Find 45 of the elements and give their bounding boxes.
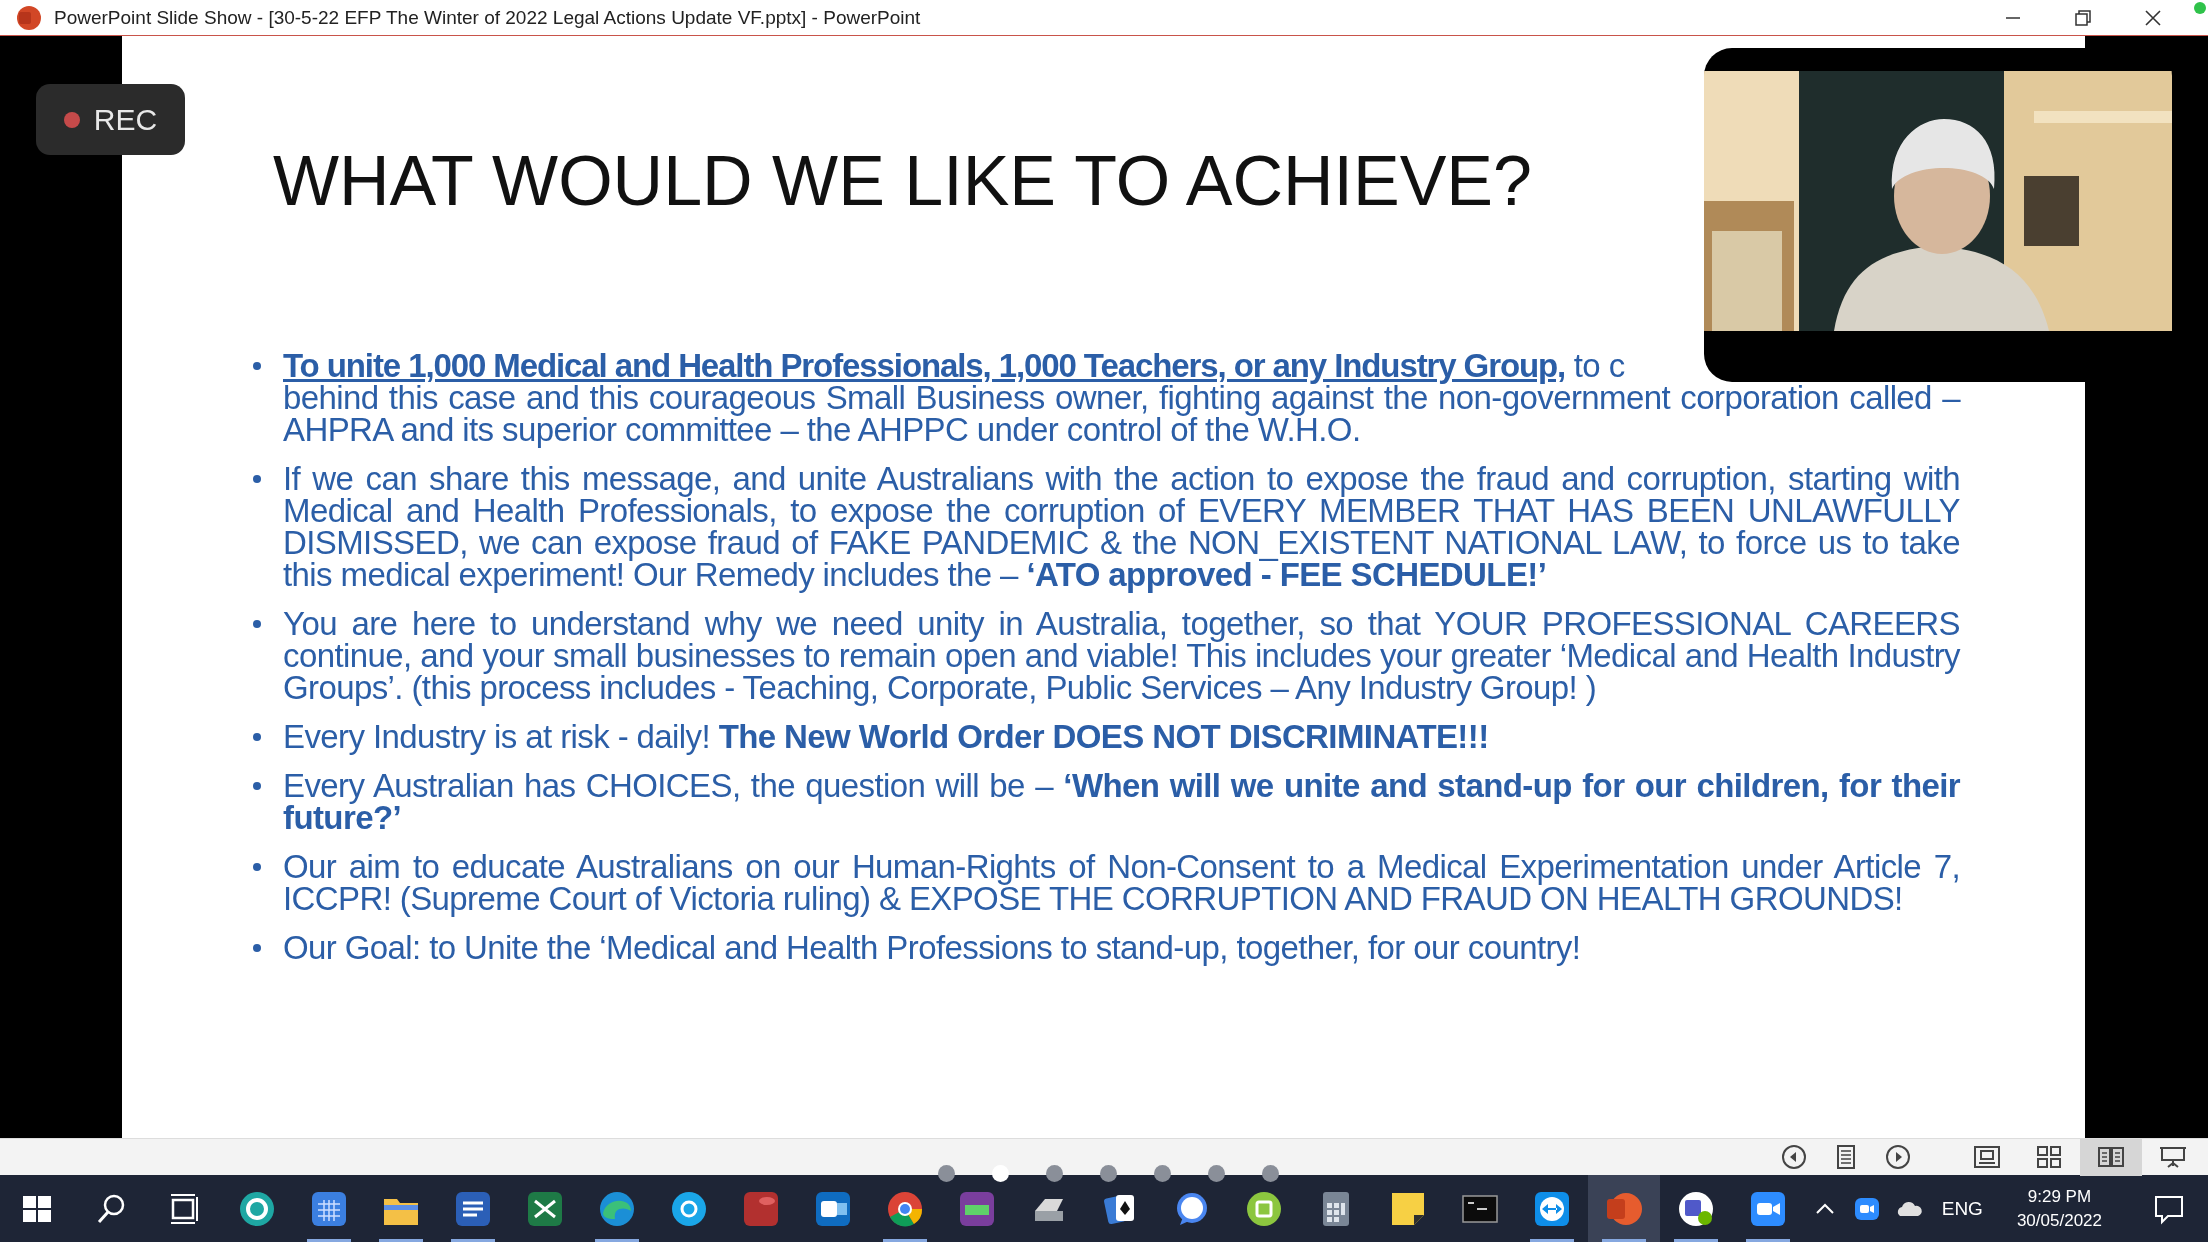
running-indicator: [1673, 1239, 1718, 1242]
page-dot[interactable]: [1262, 1165, 1279, 1182]
next-slide-icon[interactable]: [1885, 1144, 1911, 1170]
previous-slide-icon[interactable]: [1781, 1144, 1807, 1170]
bullet-text: Every Australian has CHOICES, the question will be – ‘When will we unite and stand-up for our children, for their future?’: [283, 770, 1960, 834]
bullet-text: You are here to understand why we need unity in Australia, together, so that YOUR PROFESSIONAL CAREERS continue, and your small businesses to remain open and viable! This includes your greater ‘Medical and Health Industry Groups’. (this process includes - Teaching, Corporate, Public Services – Any Industry Group! ): [283, 608, 1960, 704]
page-dot[interactable]: [1208, 1165, 1225, 1182]
slide-show-icon: [2159, 1145, 2187, 1169]
running-indicator: [1530, 1239, 1574, 1242]
reading-view-icon: [2097, 1145, 2125, 1169]
clock-time[interactable]: 9:29 PM: [2027, 1184, 2092, 1209]
slide-sorter-icon: [2035, 1145, 2063, 1169]
running-indicator: [1745, 1239, 1790, 1242]
running-indicator: [307, 1239, 352, 1242]
bullet-icon: [253, 620, 261, 628]
bullet-text: Every Industry is at risk - daily! The New World Order DOES NOT DISCRIMINATE!!!: [283, 721, 1490, 753]
reading-view-button[interactable]: [2080, 1138, 2142, 1176]
running-indicator: [379, 1239, 424, 1242]
language-indicator[interactable]: ENG: [1941, 1197, 1983, 1220]
page-dot[interactable]: [1100, 1165, 1117, 1182]
page-dot[interactable]: [938, 1165, 955, 1182]
running-indicator: [451, 1239, 496, 1242]
page-dot[interactable]: [992, 1165, 1009, 1182]
record-dot-icon: [63, 111, 80, 128]
bullet-icon: [253, 475, 261, 483]
bullet-icon: [253, 733, 261, 741]
bullet-text: To unite 1,000 Medical and Health Professionals, 1,000 Teachers, or any Industry Group, to c behind this case and this courageous Small Business owner, fighting against the non-government corporation called – AHPRA and its superior committee – the AHPPC under control of the W.H.O.: [283, 350, 1960, 446]
bullet-text: Our aim to educate Australians on our Human-Rights of Non-Consent to a Medical Experimentation under Article 7, ICCPR! (Supreme Court of Victoria ruling) & EXPOSE THE CORRUPTION AND FRAUD ON HEALTH GROUNDS!: [283, 851, 1960, 915]
page-dot[interactable]: [1046, 1165, 1063, 1182]
status-dot: [2194, 2, 2206, 14]
window-title: PowerPoint Slide Show - [30-5-22 EFP The Winter of 2022 Legal Actions Update VF.pptx] - PowerPoint: [54, 6, 921, 29]
clock-date[interactable]: 30/05/2022: [2016, 1208, 2102, 1233]
running-indicator: [882, 1239, 927, 1242]
bullet-icon: [253, 782, 261, 790]
recording-label: REC: [93, 102, 158, 137]
running-indicator: [1601, 1239, 1646, 1242]
bullet-icon: [253, 944, 261, 952]
slide-title: WHAT WOULD WE LIKE TO ACHIEVE?: [273, 146, 1533, 216]
bullet-icon: [253, 362, 261, 370]
bullet-text: If we can share this message, and unite Australians with the action to expose the fraud and corruption, starting with Medical and Health Professionals, to expose the corruption of EVERY MEMBER THAT HAS BEEN UNLAWFULLY DISMISSED, we can expose fraud of FAKE PANDEMIC & the NON_EXISTENT NATIONAL LAW, to force us to take this medical experiment! Our Remedy includes the – ‘ATO approved - FEE SCHEDULE!’: [283, 463, 1960, 591]
bullet-icon: [253, 863, 261, 871]
running-indicator: [595, 1239, 639, 1242]
bullet-text: Our Goal: to Unite the ‘Medical and Health Professions to stand-up, together, for our country!: [283, 932, 1582, 964]
page-dot[interactable]: [1154, 1165, 1171, 1182]
normal-view-icon: [1973, 1145, 2001, 1169]
